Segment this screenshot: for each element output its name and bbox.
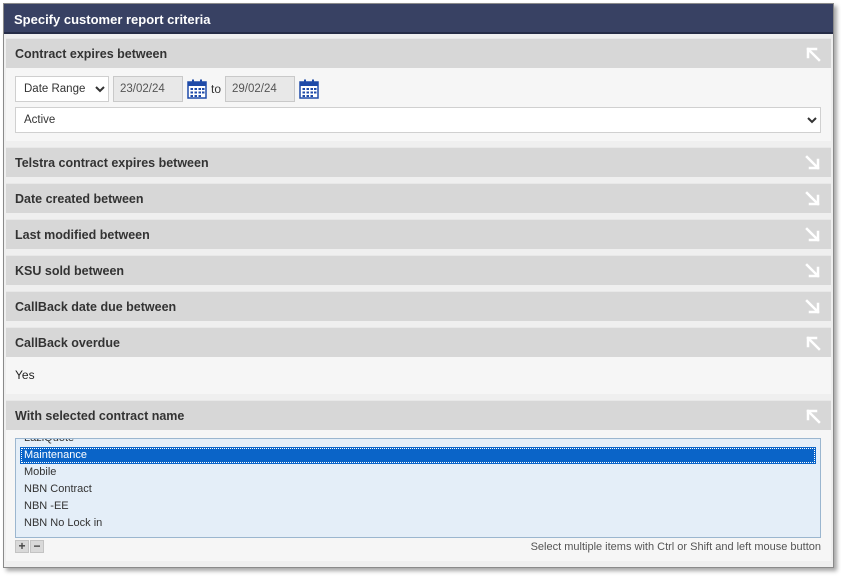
list-item[interactable]: Maintenance bbox=[20, 447, 816, 464]
section-callback-date-due: CallBack date due between bbox=[6, 291, 831, 321]
arrow-down-right-icon[interactable] bbox=[803, 189, 823, 209]
section-body-callback-overdue: Yes bbox=[6, 357, 831, 394]
section-title: CallBack date due between bbox=[15, 299, 177, 314]
section-header-callback-date-due[interactable]: CallBack date due between bbox=[6, 291, 831, 321]
callback-overdue-value[interactable]: Yes bbox=[15, 365, 822, 386]
arrow-down-right-icon[interactable] bbox=[803, 297, 823, 317]
arrow-down-right-icon[interactable] bbox=[803, 153, 823, 173]
list-item[interactable]: Mobile bbox=[20, 464, 816, 481]
arrow-up-left-icon[interactable] bbox=[803, 333, 823, 353]
contract-status-select[interactable]: Active bbox=[15, 107, 821, 133]
section-header-last-modified[interactable]: Last modified between bbox=[6, 219, 831, 249]
list-item[interactable]: NBN Contract bbox=[20, 481, 816, 498]
contract-name-listbox[interactable]: LaziQuote Maintenance Mobile NBN Contrac… bbox=[15, 438, 821, 538]
section-header-contract-name[interactable]: With selected contract name bbox=[6, 400, 831, 430]
section-title: With selected contract name bbox=[15, 408, 185, 423]
dialog-title: Specify customer report criteria bbox=[4, 4, 833, 34]
date-range-row: Date Range 23/02/24 to 29/02/24 bbox=[15, 76, 822, 102]
section-title: Last modified between bbox=[15, 227, 150, 242]
add-item-button[interactable]: + bbox=[15, 540, 29, 553]
list-item[interactable]: NBN -EE bbox=[20, 498, 816, 515]
calendar-icon[interactable] bbox=[187, 78, 207, 100]
section-contract-name: With selected contract name LaziQuote Ma… bbox=[6, 400, 831, 561]
section-title: Telstra contract expires between bbox=[15, 155, 209, 170]
arrow-up-left-icon[interactable] bbox=[803, 44, 823, 64]
section-header-callback-overdue[interactable]: CallBack overdue bbox=[6, 327, 831, 357]
section-contract-expires: Contract expires between Date Range 23/0… bbox=[6, 38, 831, 141]
list-item[interactable]: NBN No Lock in bbox=[20, 515, 816, 532]
arrow-down-right-icon[interactable] bbox=[803, 225, 823, 245]
section-title: CallBack overdue bbox=[15, 335, 120, 350]
section-title: Contract expires between bbox=[15, 46, 168, 61]
listbox-footer: + − Select multiple items with Ctrl or S… bbox=[15, 540, 821, 553]
section-telstra-contract-expires: Telstra contract expires between bbox=[6, 147, 831, 177]
section-title: Date created between bbox=[15, 191, 144, 206]
to-date-input[interactable] bbox=[225, 76, 296, 102]
section-title: KSU sold between bbox=[15, 263, 125, 278]
multi-select-hint: Select multiple items with Ctrl or Shift… bbox=[530, 540, 821, 553]
range-type-select[interactable]: Date Range bbox=[15, 76, 109, 102]
section-header-telstra-contract-expires[interactable]: Telstra contract expires between bbox=[6, 147, 831, 177]
section-ksu-sold: KSU sold between bbox=[6, 255, 831, 285]
section-body-contract-name: LaziQuote Maintenance Mobile NBN Contrac… bbox=[6, 430, 831, 561]
arrow-down-right-icon[interactable] bbox=[803, 261, 823, 281]
arrow-up-left-icon[interactable] bbox=[803, 406, 823, 426]
section-date-created: Date created between bbox=[6, 183, 831, 213]
section-header-contract-expires[interactable]: Contract expires between bbox=[6, 38, 831, 68]
to-label: to bbox=[211, 82, 222, 96]
section-header-date-created[interactable]: Date created between bbox=[6, 183, 831, 213]
section-header-ksu-sold[interactable]: KSU sold between bbox=[6, 255, 831, 285]
criteria-body: Contract expires between Date Range 23/0… bbox=[4, 34, 833, 561]
remove-item-button[interactable]: − bbox=[30, 540, 44, 553]
calendar-icon[interactable] bbox=[299, 78, 319, 100]
list-item[interactable]: LaziQuote bbox=[20, 439, 816, 447]
from-date-input[interactable] bbox=[113, 76, 183, 102]
section-last-modified: Last modified between bbox=[6, 219, 831, 249]
report-criteria-window: Specify customer report criteria Contrac… bbox=[3, 3, 834, 568]
add-remove-buttons: + − bbox=[15, 540, 44, 553]
section-body-contract-expires: Date Range 23/02/24 to 29/02/24 Active bbox=[6, 68, 831, 141]
section-callback-overdue: CallBack overdue Yes bbox=[6, 327, 831, 394]
